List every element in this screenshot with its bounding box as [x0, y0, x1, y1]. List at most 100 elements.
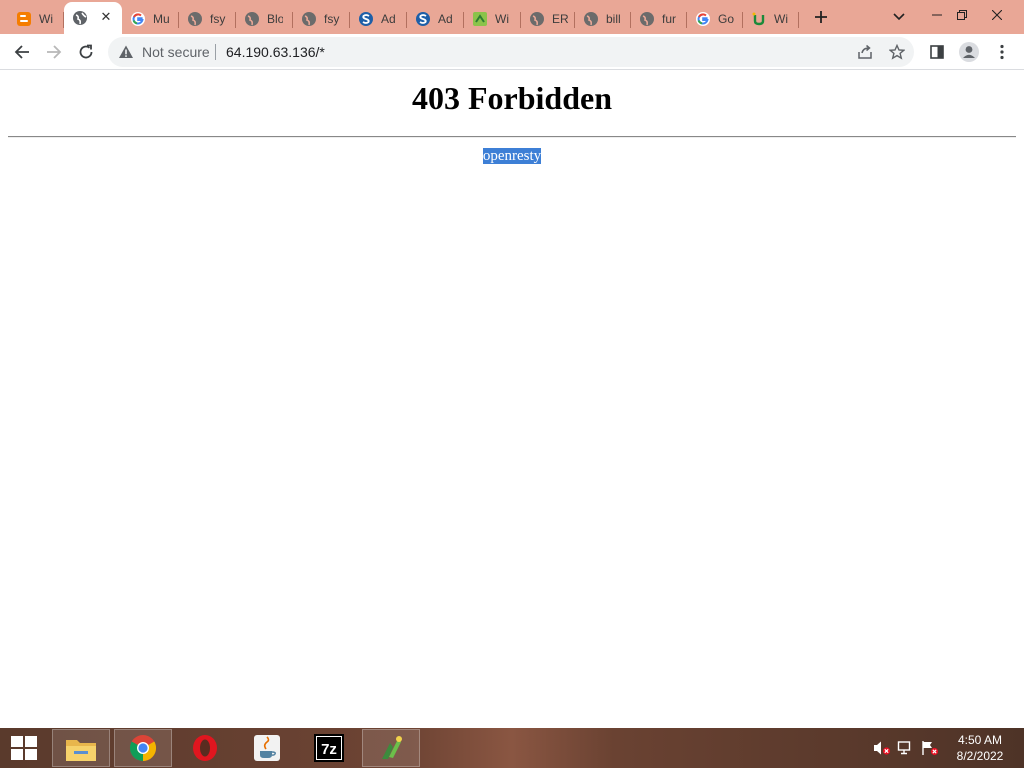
page-content: 403 Forbidden openresty: [0, 71, 1024, 728]
plus-icon: [815, 11, 827, 23]
u-logo-icon: [751, 11, 767, 27]
s-logo-icon: [358, 11, 374, 27]
globe-icon: [187, 11, 203, 27]
security-label[interactable]: Not secure: [142, 44, 210, 60]
globe-icon: [301, 11, 317, 27]
tab-7[interactable]: Ad: [350, 4, 407, 34]
warning-icon[interactable]: [118, 44, 134, 60]
side-panel-button[interactable]: [925, 40, 949, 64]
tab-4[interactable]: fsy: [179, 4, 236, 34]
taskbar-file-explorer[interactable]: [52, 729, 110, 767]
restore-button[interactable]: [945, 0, 979, 30]
tab-5[interactable]: Blo: [236, 4, 293, 34]
tab-label: fsy: [324, 12, 340, 26]
server-signature: openresty: [482, 148, 542, 164]
taskbar-opera[interactable]: [176, 729, 234, 767]
app-icon: [382, 736, 402, 759]
tab-label: fsy: [210, 12, 226, 26]
java-icon: [254, 735, 280, 761]
globe-icon: [529, 11, 545, 27]
clock-date: 8/2/2022: [956, 749, 1004, 763]
globe-icon: [244, 11, 260, 27]
restore-icon: [957, 10, 967, 20]
tab-separator: [798, 12, 799, 28]
back-button[interactable]: [8, 38, 36, 66]
minimize-icon: [932, 14, 942, 16]
arrow-right-icon: [47, 45, 62, 59]
tab-3[interactable]: Mu: [122, 4, 179, 34]
start-button[interactable]: [0, 728, 48, 768]
chevron-down-icon: [893, 13, 905, 21]
avatar-icon: [959, 42, 979, 62]
close-icon: [992, 10, 1002, 20]
action-center-alert-icon[interactable]: [921, 740, 939, 756]
globe-icon: [639, 11, 655, 27]
close-tab-icon[interactable]: ✕: [98, 9, 114, 25]
volume-muted-icon[interactable]: [873, 740, 891, 756]
blogger-icon: [16, 11, 32, 27]
server-signature-line: openresty: [0, 147, 1024, 165]
tab-label: Wi: [39, 12, 53, 26]
tab-label: Ad: [438, 12, 453, 26]
browser-toolbar: Not secure 64.190.63.136/*: [0, 34, 1024, 70]
tab-label: ER: [552, 12, 568, 26]
reload-button[interactable]: [72, 38, 100, 66]
tab-label: Wi: [774, 12, 788, 26]
tab-2-active[interactable]: ✕: [64, 2, 122, 34]
tab-13[interactable]: Go: [687, 4, 743, 34]
omnibox-divider: [215, 44, 216, 60]
opera-icon: [193, 735, 217, 761]
s-logo-icon: [415, 11, 431, 27]
tab-label: Blo: [267, 12, 283, 26]
7zip-icon: 7z: [314, 734, 344, 762]
globe-icon: [583, 11, 599, 27]
page-title: 403 Forbidden: [411, 80, 613, 116]
tab-9[interactable]: Wi: [464, 4, 521, 34]
divider: [8, 136, 1016, 138]
svg-text:7z: 7z: [321, 741, 337, 758]
reload-icon: [79, 44, 93, 59]
tab-10[interactable]: ER: [521, 4, 575, 34]
google-icon: [130, 11, 146, 27]
tab-label: fur: [662, 12, 677, 26]
globe-icon: [72, 10, 88, 26]
star-icon[interactable]: [888, 43, 906, 61]
taskbar: 7z 4:50 AM 8/2/2022: [0, 728, 1024, 768]
profile-button[interactable]: [957, 40, 981, 64]
tab-label: Wi: [495, 12, 509, 26]
tab-11[interactable]: bill: [575, 4, 631, 34]
new-tab-button[interactable]: [810, 6, 832, 28]
arrow-left-icon: [14, 45, 29, 59]
tab-label: Mu: [153, 12, 169, 26]
tab-strip: Wi ✕ Mu fsy Blo fsy Ad Ad Wi ER bill fur…: [0, 0, 1024, 34]
taskbar-chrome[interactable]: [114, 729, 172, 767]
network-icon[interactable]: [897, 740, 915, 756]
tab-14[interactable]: Wi: [743, 4, 799, 34]
tab-1[interactable]: Wi: [8, 4, 64, 34]
tab-label: Ad: [381, 12, 396, 26]
close-window-button[interactable]: [980, 0, 1014, 30]
address-bar[interactable]: Not secure 64.190.63.136/*: [108, 37, 914, 67]
tab-6[interactable]: fsy: [293, 4, 350, 34]
more-vertical-icon: [1000, 44, 1004, 60]
green-square-icon: [472, 11, 488, 27]
tab-label: Go: [718, 12, 734, 26]
taskbar-java[interactable]: [238, 729, 296, 767]
clock-time: 4:50 AM: [957, 733, 1003, 747]
file-explorer-icon: [66, 740, 96, 761]
taskbar-7zip[interactable]: 7z: [300, 729, 358, 767]
tab-8[interactable]: Ad: [407, 4, 464, 34]
tab-label: bill: [606, 12, 621, 26]
chrome-icon: [129, 735, 157, 762]
side-panel-icon: [930, 45, 944, 59]
tab-12[interactable]: fur: [631, 4, 687, 34]
url-text[interactable]: 64.190.63.136/*: [226, 44, 325, 60]
system-clock[interactable]: 4:50 AM 8/2/2022: [944, 732, 1016, 764]
share-icon[interactable]: [856, 43, 874, 61]
forward-button[interactable]: [40, 38, 68, 66]
windows-logo-icon: [11, 736, 37, 760]
google-icon: [695, 11, 711, 27]
tab-search-button[interactable]: [888, 6, 910, 28]
taskbar-app[interactable]: [362, 729, 420, 767]
menu-button[interactable]: [990, 40, 1014, 64]
